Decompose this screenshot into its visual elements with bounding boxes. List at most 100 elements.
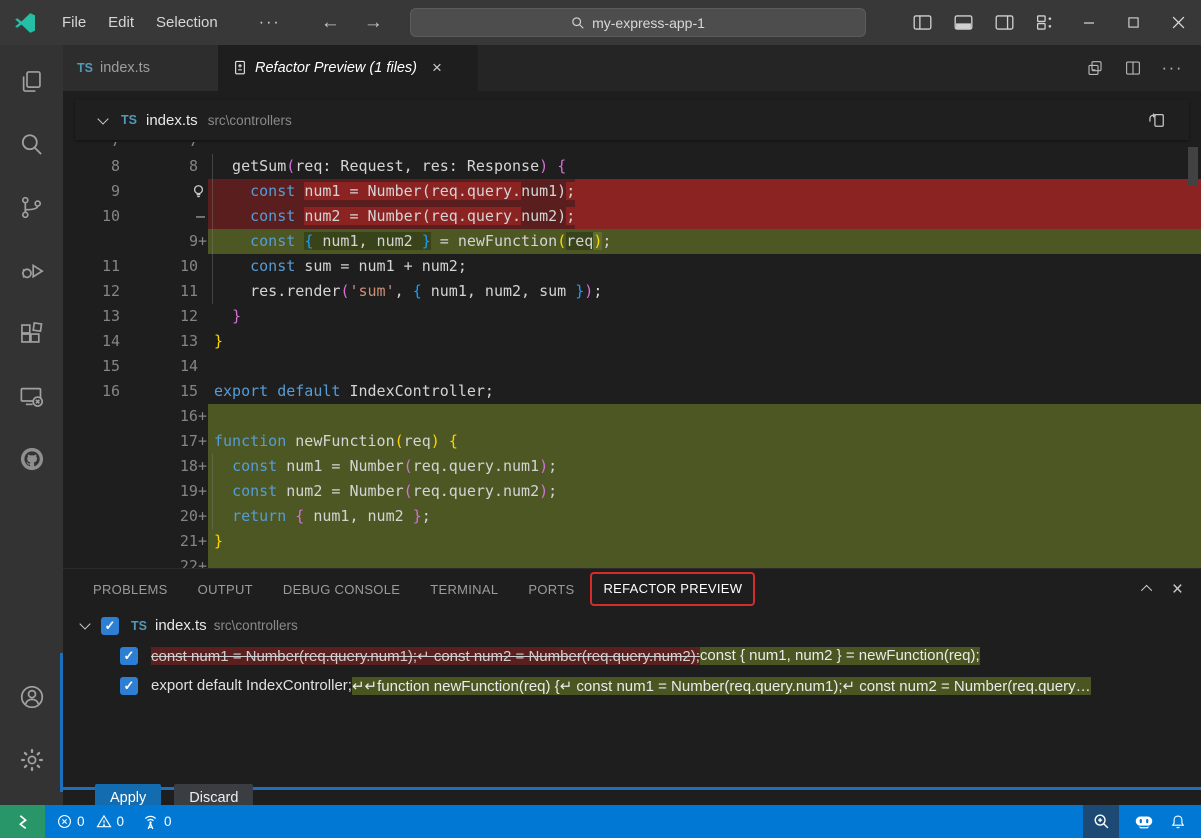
code-line: 1211 res.render('sum', { num1, num2, sum… — [63, 279, 1201, 304]
code-line-content: } — [208, 329, 1201, 354]
new-line-number: 17+ — [120, 429, 208, 454]
problems-status[interactable]: 0 0 — [57, 814, 124, 829]
nav-back-icon[interactable]: ← — [309, 12, 352, 34]
code-line-content — [208, 554, 1201, 568]
error-count: 0 — [77, 814, 85, 829]
copilot-icon[interactable] — [1127, 805, 1161, 838]
code-line-content — [208, 142, 1201, 154]
source-control-icon[interactable] — [0, 181, 63, 233]
tree-change-row[interactable]: ✓ const num1 = Number(req.query.num1);↵ … — [63, 642, 1201, 669]
old-line-number: 8 — [63, 154, 120, 179]
annotation-highlight-box: REFACTOR PREVIEW — [590, 572, 755, 606]
lightbulb-gutter[interactable] — [120, 179, 208, 204]
menu-selection[interactable]: Selection — [145, 14, 229, 31]
tree-change-row[interactable]: ✓ export default IndexController;↵↵funct… — [63, 672, 1201, 699]
code-line-content — [208, 404, 1201, 429]
diff-header-path: src\controllers — [208, 113, 292, 128]
toggle-primary-sidebar-icon[interactable] — [902, 12, 943, 33]
code-line-content: const num1 = Number(req.query.num1); — [208, 179, 1201, 204]
split-editor-icon[interactable] — [1124, 59, 1142, 77]
code-line: 1514 — [63, 354, 1201, 379]
chevron-down-icon[interactable] — [97, 113, 108, 124]
toggle-panel-icon[interactable] — [943, 12, 984, 33]
tab-label: index.ts — [100, 60, 150, 76]
change-checkbox[interactable]: ✓ — [120, 677, 138, 695]
file-checkbox[interactable]: ✓ — [101, 617, 119, 635]
settings-gear-icon[interactable] — [0, 734, 63, 786]
tab-bar: TS index.ts Refactor Preview (1 files) ×… — [63, 45, 1201, 91]
code-line-content — [208, 354, 1201, 379]
new-line-number: 7 — [120, 142, 208, 154]
typescript-file-icon: TS — [131, 619, 147, 633]
panel-tab-problems[interactable]: PROBLEMS — [93, 582, 168, 597]
window-maximize-button[interactable] — [1111, 0, 1156, 45]
extensions-icon[interactable] — [0, 307, 63, 359]
new-line-number: 18+ — [120, 454, 208, 479]
goto-file-icon[interactable] — [1147, 110, 1167, 130]
zoom-status-item[interactable] — [1083, 805, 1119, 838]
code-line-content: } — [208, 304, 1201, 329]
new-line-number: 15 — [120, 379, 208, 404]
remote-indicator[interactable] — [0, 805, 45, 838]
code-line-content: const num1 = Number(req.query.num1); — [208, 454, 1201, 479]
old-line-number — [63, 404, 120, 429]
notifications-bell-icon[interactable] — [1161, 805, 1195, 838]
explorer-icon[interactable] — [0, 55, 63, 107]
code-line: 9 const num1 = Number(req.query.num1); — [63, 179, 1201, 204]
code-line-content: } — [208, 529, 1201, 554]
chevron-down-icon[interactable] — [79, 618, 90, 629]
panel-tab-debug-console[interactable]: DEBUG CONSOLE — [283, 582, 400, 597]
checkbox-check-icon: ✓ — [124, 648, 135, 664]
new-line-number: 19+ — [120, 479, 208, 504]
run-debug-icon[interactable] — [0, 244, 63, 296]
tree-file-row[interactable]: ✓ TS index.ts src\controllers — [63, 612, 1201, 639]
tab-close-icon[interactable]: × — [432, 58, 442, 78]
old-line-number — [63, 554, 120, 568]
window-close-button[interactable] — [1156, 0, 1201, 45]
restore-editors-icon[interactable] — [1086, 59, 1104, 77]
old-line-number: 9 — [63, 179, 120, 204]
panel-maximize-icon[interactable] — [1141, 585, 1152, 596]
old-line-number — [63, 229, 120, 254]
panel-close-icon[interactable]: × — [1172, 580, 1183, 599]
diff-editor[interactable]: 7788 getSum(req: Request, res: Response)… — [63, 142, 1201, 568]
change-checkbox[interactable]: ✓ — [120, 647, 138, 665]
customize-layout-icon[interactable] — [1025, 12, 1066, 33]
old-line-number: 14 — [63, 329, 120, 354]
new-line-number: 11 — [120, 279, 208, 304]
remote-explorer-icon[interactable] — [0, 370, 63, 422]
panel-tab-refactor-preview[interactable]: REFACTOR PREVIEW — [603, 581, 742, 596]
github-icon[interactable] — [0, 433, 63, 485]
title-bar: File Edit Selection ··· ← → my-express-a… — [0, 0, 1201, 45]
code-line-content: getSum(req: Request, res: Response) { — [208, 154, 1201, 179]
code-line-content: return { num1, num2 }; — [208, 504, 1201, 529]
nav-forward-icon[interactable]: → — [352, 12, 395, 34]
diff-file-header[interactable]: TS index.ts src\controllers — [75, 100, 1189, 140]
removed-code-text: const num1 = Number(req.query.num1);↵ co… — [151, 647, 700, 665]
menu-edit[interactable]: Edit — [97, 14, 145, 31]
menu-overflow-icon[interactable]: ··· — [229, 14, 309, 32]
tab-index-ts[interactable]: TS index.ts — [63, 45, 218, 91]
panel-tab-terminal[interactable]: TERMINAL — [430, 582, 498, 597]
panel-tab-ports[interactable]: PORTS — [528, 582, 574, 597]
window-minimize-button[interactable] — [1066, 0, 1111, 45]
new-line-number: 21+ — [120, 529, 208, 554]
old-line-number: 11 — [63, 254, 120, 279]
error-icon — [57, 814, 72, 829]
code-line-content: res.render('sum', { num1, num2, sum }); — [208, 279, 1201, 304]
menu-file[interactable]: File — [51, 14, 97, 31]
command-center-search[interactable]: my-express-app-1 — [410, 8, 866, 37]
code-line: 1413} — [63, 329, 1201, 354]
editor-scrollbar-thumb[interactable] — [1188, 147, 1198, 185]
panel-tab-output[interactable]: OUTPUT — [198, 582, 253, 597]
code-line: 9+ const { num1, num2 } = newFunction(re… — [63, 229, 1201, 254]
remote-icon — [14, 813, 32, 831]
accounts-icon[interactable] — [0, 671, 63, 723]
more-actions-icon[interactable]: ··· — [1162, 58, 1183, 78]
search-view-icon[interactable] — [0, 118, 63, 170]
toggle-secondary-sidebar-icon[interactable] — [984, 12, 1025, 33]
ports-status[interactable]: 0 — [142, 813, 172, 830]
diff-header-filename: index.ts — [146, 112, 198, 129]
tab-refactor-preview[interactable]: Refactor Preview (1 files) × — [218, 45, 478, 91]
editor-area: TS index.ts Refactor Preview (1 files) ×… — [63, 45, 1201, 805]
